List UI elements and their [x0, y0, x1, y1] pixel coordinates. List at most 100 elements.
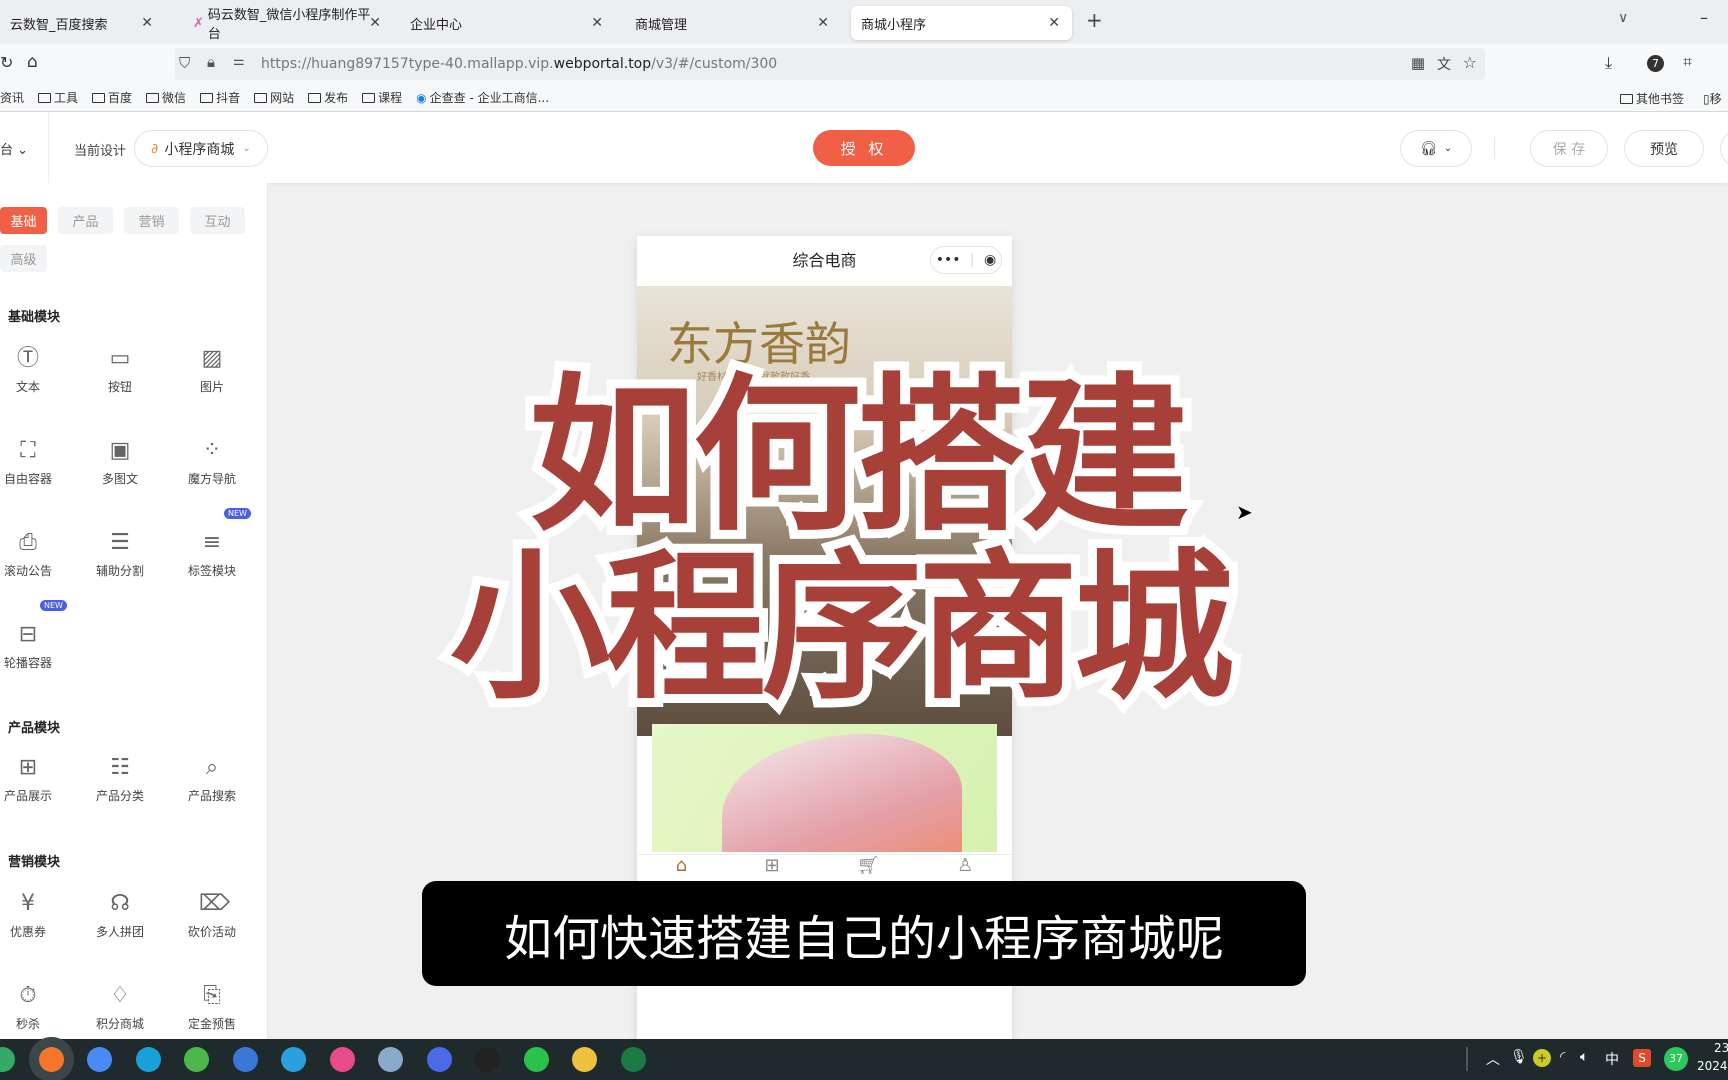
qq-icon[interactable] [475, 1047, 500, 1072]
customer-service-button[interactable]: 🎧︎ ⌄ [1400, 130, 1472, 167]
tab-enterprise[interactable]: 企业中心 ✕ [400, 6, 615, 40]
firefox-icon[interactable] [38, 1047, 64, 1072]
excel-icon[interactable] [620, 1047, 646, 1072]
sidebar-tab-product[interactable]: 产品 [58, 207, 113, 234]
product-image-shoe[interactable] [652, 724, 997, 852]
close-icon[interactable]: ✕ [817, 15, 829, 31]
plus-app-icon[interactable]: + [1533, 1049, 1551, 1067]
more-icon[interactable]: ••• [936, 252, 961, 268]
sidebar-tab-interaction[interactable]: 互动 [190, 207, 245, 234]
notes-icon[interactable] [426, 1047, 452, 1072]
miniprogram-capsule[interactable]: ••• | ◉ [930, 246, 1002, 274]
color-app-icon[interactable] [329, 1047, 355, 1072]
module-button[interactable]: ▭ 按钮 [74, 346, 166, 395]
sidebar-tab-basic[interactable]: 基础 [0, 207, 47, 234]
settings-icon[interactable] [378, 1047, 403, 1072]
360-browser-icon[interactable] [184, 1047, 209, 1072]
file-explorer-icon[interactable] [572, 1047, 597, 1072]
workspace-menu[interactable]: 台 ⌄ [0, 139, 28, 158]
close-icon[interactable]: ✕ [141, 15, 153, 31]
module-container[interactable]: ⛶ 自由容器 [0, 438, 74, 487]
module-carousel[interactable]: ⊟ 轮播容器 NEW [0, 600, 74, 671]
wifi-icon[interactable]: ◜ [1560, 1049, 1565, 1065]
translate-icon[interactable]: 文 [1437, 54, 1451, 74]
new-tab-button[interactable]: + [1086, 8, 1103, 32]
volume-icon[interactable]: 🔈︎ [1580, 1049, 1588, 1065]
extension-badge[interactable]: 7 [1647, 55, 1664, 72]
tab-mall-admin[interactable]: 商城管理 ✕ [625, 6, 841, 40]
sogou-browser-icon[interactable] [232, 1047, 258, 1072]
new-badge: NEW [40, 600, 67, 611]
close-icon[interactable]: ✕ [1048, 15, 1060, 31]
module-divider[interactable]: ☰ 辅助分割 [74, 530, 166, 579]
wechat-icon[interactable] [523, 1047, 549, 1072]
tab-baidu[interactable]: 云数智_百度搜索 ✕ [0, 6, 165, 40]
carousel-icon: ⊟ [18, 622, 38, 647]
save-button[interactable]: 保 存 [1530, 130, 1608, 167]
design-select[interactable]: ∂ 小程序商城 ⌄ [134, 130, 268, 167]
edge-icon[interactable] [135, 1047, 161, 1072]
chrome-icon[interactable] [87, 1047, 112, 1072]
bookmark-folder[interactable]: 工具 [38, 89, 78, 106]
qq-browser-icon[interactable] [281, 1047, 306, 1072]
module-presale[interactable]: ⎘ 定金预售 [166, 983, 258, 1032]
crop-icon[interactable]: ⌗ [1683, 52, 1692, 72]
close-icon[interactable]: ✕ [591, 15, 603, 31]
security-badge[interactable]: 37 [1664, 1047, 1688, 1071]
address-bar[interactable]: ⛉ 🔒︎ ⚌ https://huang897157type-40.mallap… [175, 48, 1485, 80]
module-tag-list[interactable]: ≡ 标签模块 NEW [166, 508, 258, 579]
mouse-cursor-icon: ➤ [1236, 500, 1253, 524]
tab-list-chevron-icon[interactable]: ∨ [1618, 10, 1628, 26]
module-grid-dots[interactable]: ⁘ 魔方导航 [166, 438, 258, 487]
shield-icon[interactable]: ⛉ [179, 54, 190, 72]
bookmark-folder[interactable]: 微信 [146, 89, 186, 106]
module-text[interactable]: Ⓣ 文本 [0, 346, 74, 395]
microphone-icon[interactable]: 🎙︎ [1510, 1049, 1528, 1065]
sidebar-tab-marketing[interactable]: 营销 [124, 207, 179, 234]
bookmark-folder[interactable]: 资讯 [0, 89, 24, 106]
lock-icon[interactable]: 🔒︎ [207, 53, 215, 71]
qr-code-icon[interactable]: ▦ [1411, 54, 1425, 72]
tab-platform[interactable]: ✗ 码云数智_微信小程序制作平台 ✕ [183, 6, 393, 42]
module-product-grid[interactable]: ⊞ 产品展示 [0, 755, 74, 804]
reload-icon[interactable]: ↻ [0, 53, 13, 72]
bookmark-folder[interactable]: 抖音 [200, 89, 240, 106]
module-flash-sale[interactable]: ⏱ 秒杀 [0, 983, 74, 1032]
close-icon[interactable]: ✕ [369, 15, 381, 31]
ime-indicator[interactable]: 中 [1605, 1049, 1619, 1069]
star-icon[interactable]: ☆ [1463, 53, 1477, 72]
bookmark-folder[interactable]: 发布 [308, 89, 348, 106]
module-bargain[interactable]: ⌦ 砍价活动 [166, 891, 258, 940]
mobile-bookmarks[interactable]: ▯ 移 [1703, 90, 1722, 107]
bookmark-qichacha[interactable]: ◉ 企查查 - 企业工商信... [416, 89, 549, 106]
module-product-search[interactable]: ⌕ 产品搜索 [166, 755, 258, 804]
site-settings-icon[interactable]: ⚌ [233, 54, 245, 69]
presale-icon: ⎘ [203, 983, 221, 1008]
start-icon[interactable] [0, 1047, 15, 1072]
more-button[interactable] [1720, 130, 1728, 167]
tray-expand-icon[interactable]: ︿ [1486, 1049, 1500, 1069]
module-group-buy[interactable]: ☊ 多人拼团 [74, 891, 166, 940]
bookmark-folder[interactable]: 网站 [254, 89, 294, 106]
close-target-icon[interactable]: ◉ [984, 252, 996, 268]
preview-button[interactable]: 预览 [1624, 130, 1704, 167]
other-bookmarks[interactable]: 其他书签 [1620, 90, 1684, 107]
bookmark-folder[interactable]: 百度 [92, 89, 132, 106]
module-image[interactable]: ▨ 图片 [166, 346, 258, 395]
module-notice[interactable]: ⎙ 滚动公告 [0, 530, 74, 579]
clock-time[interactable]: 23 [1714, 1041, 1728, 1055]
folder-icon [38, 92, 52, 103]
tab-mall-miniprogram[interactable]: 商城小程序 ✕ [851, 6, 1072, 40]
module-category[interactable]: ☷ 产品分类 [74, 755, 166, 804]
sidebar-tab-advanced[interactable]: 高级 [0, 245, 47, 272]
module-gallery[interactable]: ▣ 多图文 [74, 438, 166, 487]
authorize-button[interactable]: 授 权 [813, 130, 915, 166]
module-coupon[interactable]: ¥ 优惠券 [0, 891, 74, 940]
bookmark-folder[interactable]: 课程 [362, 89, 402, 106]
sogou-icon[interactable]: S [1633, 1049, 1651, 1067]
clock-date[interactable]: 2024 [1697, 1059, 1728, 1073]
home-icon[interactable]: ⌂ [27, 52, 38, 72]
minimize-button[interactable]: – [1700, 8, 1708, 27]
download-icon[interactable]: ⤓ [1605, 53, 1612, 73]
module-points-mall[interactable]: ♢ 积分商城 [74, 983, 166, 1032]
